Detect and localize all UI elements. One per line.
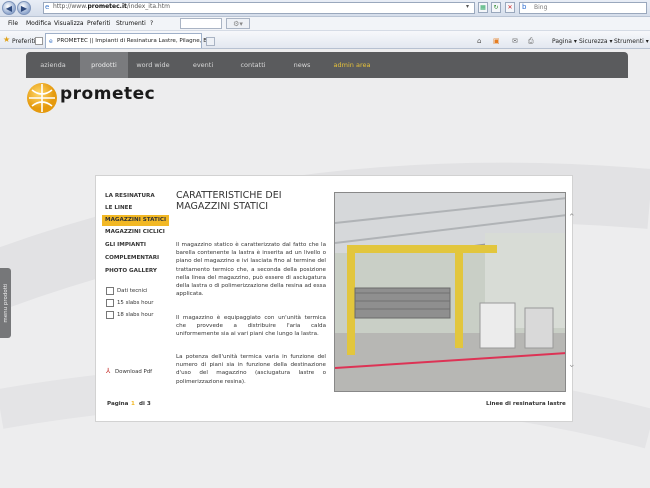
stop-icon[interactable]: ✕ [505,2,515,13]
nav-admin-area[interactable]: admin area [326,52,378,78]
nav-contatti[interactable]: contatti [228,52,278,78]
gear-icon[interactable]: ⚙▾ [226,18,250,29]
prometec-logo-globe[interactable] [26,82,58,114]
download-pdf-link[interactable]: Download Pdf [115,369,152,375]
side-item-le-linee[interactable]: LE LINEE [105,205,132,211]
side-item-magazzini-ciclici[interactable]: MAGAZZINI CICLICI [105,229,165,235]
add-favorite-icon[interactable] [35,37,43,45]
photo-caption: Linee di resinatura lastre [486,401,566,407]
menu-modifica[interactable]: Modifica [26,20,51,27]
paragraph-3: La potenza dell'unità termica varia in f… [176,354,326,385]
nav-prodotti[interactable]: prodotti [80,52,128,78]
nav-azienda[interactable]: azienda [26,52,80,78]
bing-icon: b [522,3,527,11]
side-item-complementari[interactable]: COMPLEMENTARI [105,255,159,261]
mail-icon[interactable]: ✉ [512,37,518,45]
menu-file[interactable]: File [8,20,18,27]
factory-photo [334,192,566,392]
tab-title[interactable]: PROMETEC || Impianti di Resinatura Lastr… [57,38,212,44]
back-button[interactable]: ◀ [2,1,16,15]
checkbox-15-slabs[interactable] [106,299,114,307]
refresh-icon[interactable]: ↻ [491,2,501,13]
side-item-la-resinatura[interactable]: LA RESINATURA [105,193,155,199]
pdf-icon[interactable]: ⅄ [106,367,110,375]
quick-search-box[interactable] [180,18,222,29]
command-strumenti[interactable]: Strumenti ▾ [614,38,649,45]
scroll-up-icon[interactable]: ⌃ [568,213,576,223]
menu-help[interactable]: ? [150,20,153,27]
menu-visualizza[interactable]: Visualizza [54,20,84,27]
scroll-down-icon[interactable]: ⌄ [568,360,576,370]
side-item-photo-gallery[interactable]: PHOTO GALLERY [105,268,157,274]
paragraph-1: Il magazzino statico è caratterizzato da… [176,242,326,298]
address-url: http://www.prometec.it/index_ita.htm [53,3,170,10]
address-dropdown-icon[interactable]: ▾ [466,3,469,10]
nav-word-wide[interactable]: word wide [128,52,178,78]
page-title: CARATTERISTICHE DEI MAGAZZINI STATICI [176,190,282,212]
tab-page-icon: e [49,38,53,45]
pagination-current[interactable]: 1 [131,401,135,407]
menu-preferiti[interactable]: Preferiti [87,20,111,27]
star-icon[interactable]: ★ [3,35,10,44]
print-icon[interactable]: ⎙ [528,37,534,46]
menu-strumenti[interactable]: Strumenti [116,20,146,27]
paragraph-2: Il magazzino è equipaggiato con un'unità… [176,315,326,338]
checkbox-label-15-slabs: 15 slabs hour [117,300,154,306]
compat-view-icon[interactable]: ▦ [478,2,488,13]
checkbox-label-18-slabs: 18 slabs hour [117,312,154,318]
pagination-label: Pagina [107,401,129,407]
pagination-total: di 3 [139,401,151,407]
side-item-magazzini-statici[interactable]: MAGAZZINI STATICI [105,217,166,223]
nav-eventi[interactable]: eventi [178,52,228,78]
forward-button[interactable]: ▶ [17,1,31,15]
home-icon[interactable]: ⌂ [477,37,481,45]
checkbox-label-dati-tecnici: Dati tecnici [117,288,148,294]
command-pagina[interactable]: Pagina ▾ [552,38,577,45]
side-item-gli-impianti[interactable]: GLI IMPIANTI [105,242,146,248]
command-sicurezza[interactable]: Sicurezza ▾ [579,38,613,45]
rss-icon[interactable]: ▣ [493,37,500,45]
new-tab-button[interactable] [206,37,215,46]
checkbox-18-slabs[interactable] [106,311,114,319]
ie-page-icon: e [45,3,50,11]
favorites-label[interactable]: Preferiti [12,38,36,45]
menu-prodotti-label[interactable]: menu prodotti [3,273,9,333]
prometec-logo-text[interactable]: prometec [60,84,155,104]
checkbox-dati-tecnici[interactable] [106,287,114,295]
nav-news[interactable]: news [278,52,326,78]
search-engine-label: Bing [534,4,548,11]
